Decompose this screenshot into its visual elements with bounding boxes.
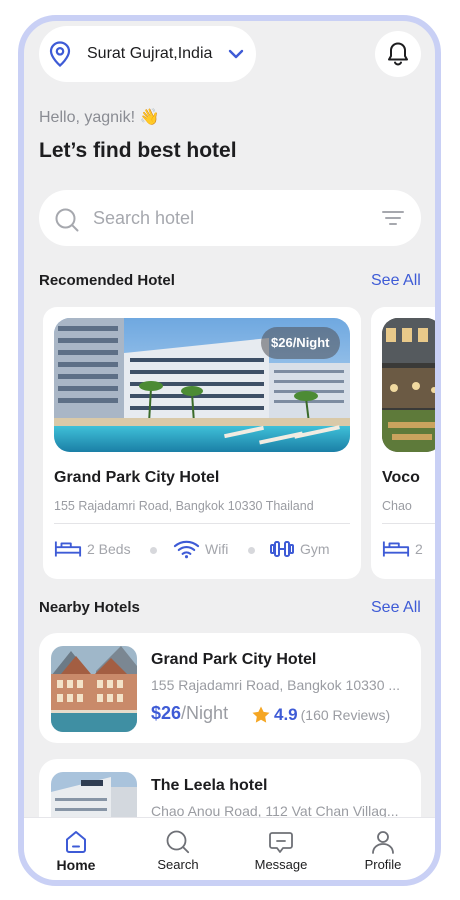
hotel-address: 155 Rajadamri Road, Bangkok 10330 Thaila… bbox=[54, 499, 314, 513]
price-per-night-badge: $26/Night bbox=[261, 327, 340, 359]
dumbbell-icon bbox=[270, 541, 294, 557]
bed-icon bbox=[54, 541, 82, 557]
search-icon bbox=[166, 830, 190, 854]
hotel-photo bbox=[382, 318, 435, 452]
amenity-label: Gym bbox=[300, 541, 330, 557]
hotel-building-image bbox=[51, 646, 137, 732]
divider bbox=[382, 523, 435, 524]
nav-profile[interactable]: Profile bbox=[343, 818, 423, 880]
nav-search[interactable]: Search bbox=[138, 818, 218, 880]
recommended-hotel-card[interactable]: Voco Chao 2 bbox=[371, 307, 435, 579]
amenity-label: 2 Beds bbox=[87, 541, 131, 557]
rating-score: 4.9 bbox=[274, 705, 298, 724]
page-title: Let’s find best hotel bbox=[39, 139, 237, 162]
chevron-down-icon bbox=[228, 49, 244, 59]
amenity-label: Wifi bbox=[205, 541, 229, 557]
nearby-hotel-card[interactable]: Grand Park City Hotel 155 Rajadamri Road… bbox=[39, 633, 421, 743]
hotel-lobby-image bbox=[382, 318, 435, 452]
nav-label: Profile bbox=[364, 857, 402, 872]
amenity-gym: Gym bbox=[269, 537, 330, 561]
bottom-navigation: Home Search Message Profile bbox=[24, 817, 435, 880]
filter-icon[interactable] bbox=[382, 210, 404, 226]
search-input[interactable] bbox=[93, 204, 353, 232]
amenity-wifi: Wifi bbox=[173, 537, 228, 561]
notifications-button[interactable] bbox=[375, 31, 421, 77]
home-icon bbox=[66, 831, 86, 853]
recommended-hotel-card[interactable]: $26/Night Grand Park City Hotel 155 Raja… bbox=[43, 307, 361, 579]
hotel-name: The Leela hotel bbox=[151, 777, 268, 794]
hotel-name: Voco bbox=[382, 469, 420, 486]
search-bar bbox=[39, 190, 421, 246]
hotel-address: 155 Rajadamri Road, Bangkok 10330 ... bbox=[151, 677, 401, 693]
nav-label: Search bbox=[157, 857, 199, 872]
amenity-beds: 2 bbox=[382, 537, 423, 561]
greeting-text: Hello, yagnik! 👋 bbox=[39, 109, 160, 126]
nav-label: Home bbox=[56, 857, 96, 873]
bell-icon bbox=[388, 42, 408, 66]
nav-home[interactable]: Home bbox=[36, 818, 116, 880]
star-icon bbox=[252, 706, 270, 723]
search-icon bbox=[55, 208, 79, 232]
location-selector[interactable]: Surat Gujrat,India bbox=[39, 26, 256, 82]
location-pin-icon bbox=[49, 41, 71, 67]
nearby-section-title: Nearby Hotels bbox=[39, 599, 140, 616]
hotel-name: Grand Park City Hotel bbox=[151, 651, 317, 668]
price-amount: $26 bbox=[151, 703, 182, 723]
profile-icon bbox=[372, 831, 394, 854]
phone-screen: Surat Gujrat,India Hello, yagnik! 👋 Let’… bbox=[18, 15, 441, 886]
separator-dot bbox=[248, 547, 255, 554]
divider bbox=[54, 523, 350, 524]
hotel-photo: $26/Night bbox=[54, 318, 350, 452]
nav-label: Message bbox=[254, 857, 308, 872]
nearby-see-all-link[interactable]: See All bbox=[371, 599, 421, 617]
hotel-rating: 4.9 (160 Reviews) bbox=[251, 705, 390, 725]
amenity-label: 2 bbox=[415, 541, 423, 557]
price-unit: /Night bbox=[181, 703, 229, 723]
recommended-see-all-link[interactable]: See All bbox=[371, 272, 421, 290]
recommended-section-title: Recomended Hotel bbox=[39, 272, 175, 289]
bed-icon bbox=[382, 541, 410, 557]
amenity-beds: 2 Beds bbox=[54, 537, 131, 561]
review-count: (160 Reviews) bbox=[300, 707, 391, 723]
location-label: Surat Gujrat,India bbox=[87, 45, 213, 62]
message-icon bbox=[269, 832, 293, 853]
hotel-thumbnail bbox=[51, 646, 137, 732]
nav-message[interactable]: Message bbox=[241, 818, 321, 880]
hotel-address: Chao bbox=[382, 499, 412, 513]
wifi-icon bbox=[173, 540, 200, 559]
hotel-name: Grand Park City Hotel bbox=[54, 469, 220, 486]
separator-dot bbox=[150, 547, 157, 554]
hotel-price: $26/Night bbox=[151, 703, 228, 724]
